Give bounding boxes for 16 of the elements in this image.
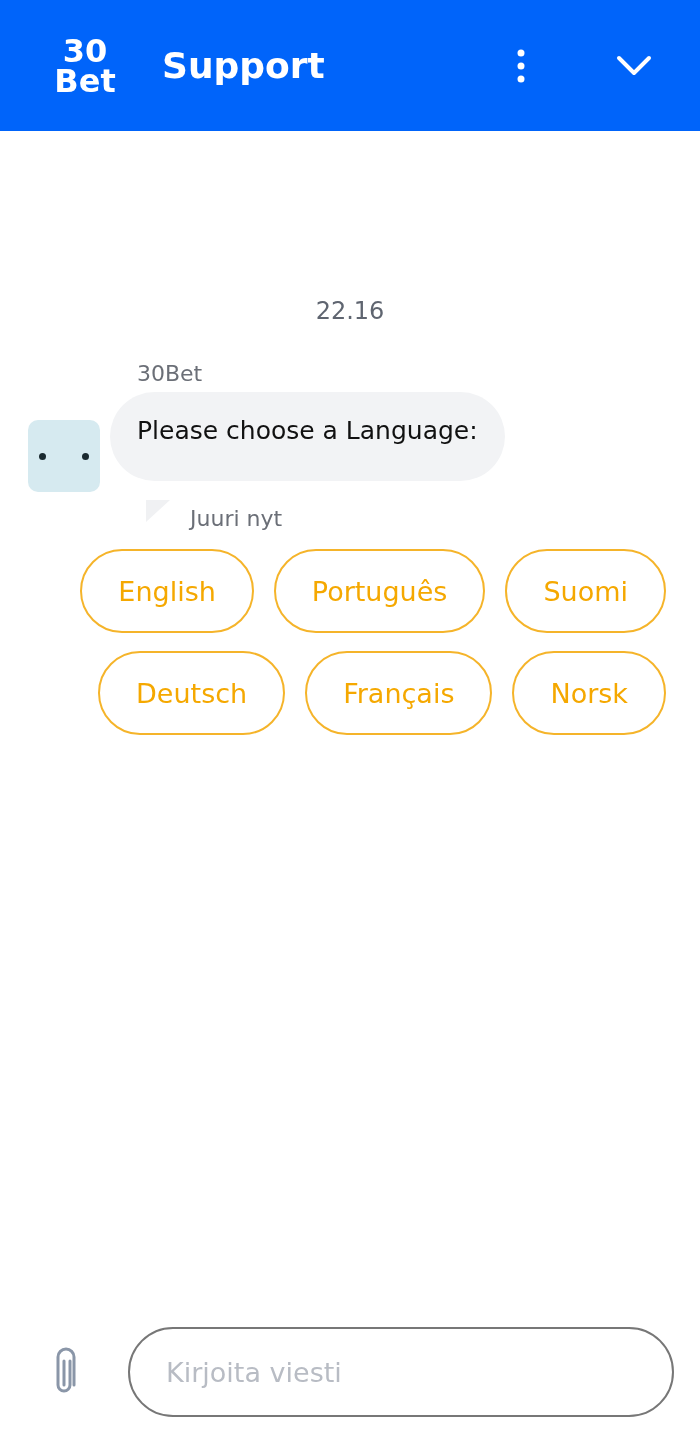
message-bubble: Please choose a Language: [110,392,505,481]
avatar [28,420,100,492]
message-input[interactable]: Kirjoita viesti [128,1327,674,1417]
date-time: 22.16 [314,297,386,325]
chevron-down-icon[interactable] [616,54,652,77]
language-button[interactable]: Suomi [505,549,666,633]
more-icon[interactable] [516,48,526,83]
language-button[interactable]: Français [305,651,493,735]
logo: 30 Bet [53,35,117,96]
sender-name: 30Bet [137,361,204,386]
language-button[interactable]: English [80,549,254,633]
window-title: Support [162,45,326,86]
message-timestamp: Juuri nyt [190,506,283,531]
language-button[interactable]: Norsk [512,651,666,735]
language-button[interactable]: Português [273,549,486,633]
language-button[interactable]: Deutsch [98,651,286,735]
